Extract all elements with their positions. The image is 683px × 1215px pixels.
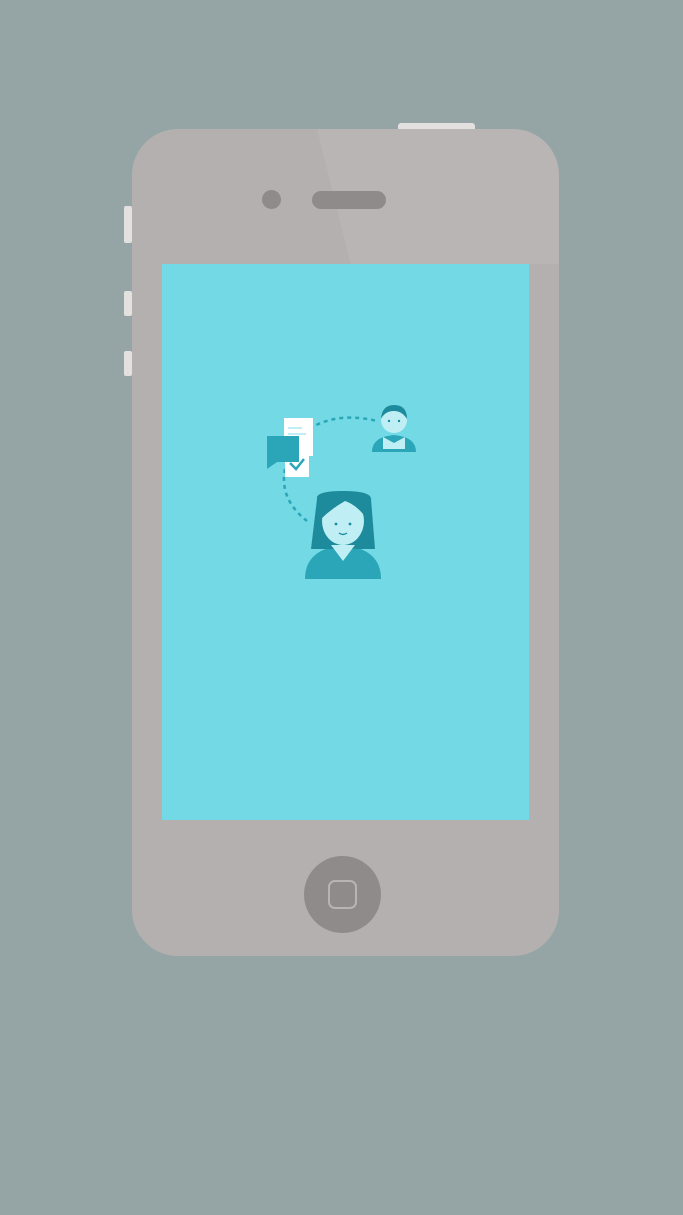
collaboration-illustration <box>267 405 416 579</box>
phone-body <box>132 129 559 956</box>
phone-screen[interactable] <box>162 264 529 820</box>
home-button[interactable] <box>304 856 381 933</box>
front-camera <box>262 190 281 209</box>
volume-down-button[interactable] <box>124 351 132 376</box>
woman-avatar-icon <box>305 491 381 579</box>
man-avatar-icon <box>372 405 416 452</box>
mute-switch[interactable] <box>124 206 132 243</box>
home-square-icon <box>328 880 357 909</box>
earpiece-speaker <box>312 191 386 209</box>
backdrop <box>0 0 683 1215</box>
volume-up-button[interactable] <box>124 291 132 316</box>
